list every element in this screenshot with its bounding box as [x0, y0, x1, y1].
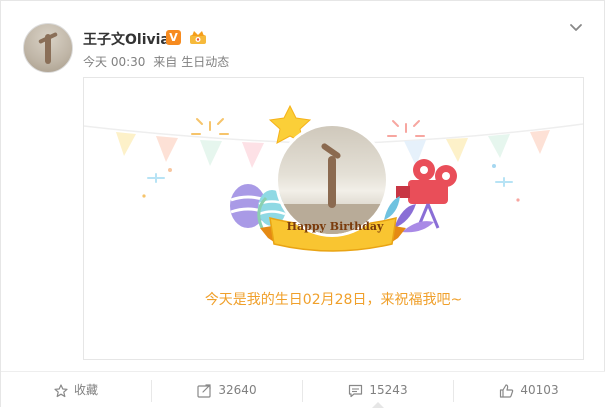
star-icon	[54, 383, 68, 397]
post-source[interactable]: 生日动态	[181, 55, 229, 69]
chevron-down-icon[interactable]	[567, 19, 585, 37]
birthday-photo	[278, 126, 386, 234]
avatar[interactable]	[23, 23, 73, 73]
repost-button[interactable]: 32640	[152, 372, 302, 409]
like-icon	[500, 383, 514, 398]
post-meta: 今天 00:30 来自 生日动态	[83, 53, 233, 70]
comment-caret	[372, 402, 384, 408]
birthday-card[interactable]: Happy Birthday 今天是我的生日02月28日，来祝福我吧~	[83, 77, 584, 360]
post-time[interactable]: 今天 00:30	[83, 55, 145, 69]
favorite-label: 收藏	[73, 383, 98, 397]
favorite-button[interactable]: 收藏	[1, 372, 151, 409]
verified-badge-icon[interactable]: V	[166, 30, 181, 45]
source-prefix: 来自	[153, 55, 178, 69]
weibo-post: 王子文Olivia V 今天 00:30 来自 生日动态 Happy Birth…	[0, 0, 605, 409]
username[interactable]: 王子文Olivia	[83, 29, 170, 49]
vip-crown-icon[interactable]	[189, 29, 207, 45]
repost-icon	[197, 383, 212, 398]
repost-count: 32640	[218, 383, 257, 397]
like-count: 40103	[520, 383, 559, 397]
comment-icon	[349, 384, 363, 397]
like-button[interactable]: 40103	[454, 372, 604, 409]
birthday-message: 今天是我的生日02月28日，来祝福我吧~	[204, 292, 463, 308]
happy-birthday-banner: Happy Birthday	[286, 220, 384, 233]
action-bar: 收藏 32640 15243 40103	[1, 371, 605, 409]
